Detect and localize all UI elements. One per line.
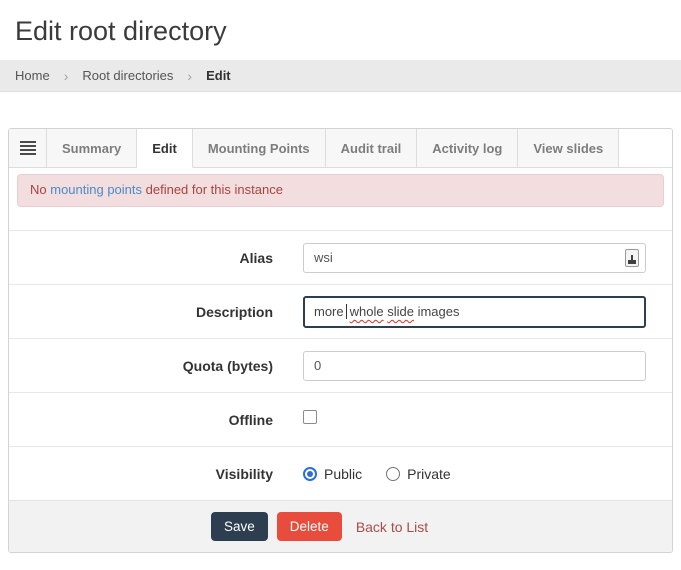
description-row: Description more whole slide images — [9, 284, 672, 338]
description-word: more — [314, 304, 344, 319]
back-to-list-link[interactable]: Back to List — [356, 519, 428, 535]
breadcrumb: Home › Root directories › Edit — [0, 60, 681, 92]
quota-label: Quota (bytes) — [9, 358, 303, 374]
alias-input[interactable] — [303, 243, 646, 273]
tab-bar: Summary Edit Mounting Points Audit trail… — [9, 129, 672, 168]
text-cursor — [346, 304, 347, 319]
public-radio-label[interactable]: Public — [324, 466, 362, 482]
tab-audit-trail[interactable]: Audit trail — [326, 129, 418, 168]
description-word: images — [414, 304, 460, 319]
alert-text-suffix: defined for this instance — [142, 182, 283, 197]
tab-menu-button[interactable] — [9, 129, 47, 168]
breadcrumb-separator-icon: › — [187, 68, 192, 84]
description-input[interactable]: more whole slide images — [303, 296, 646, 328]
tab-edit[interactable]: Edit — [137, 129, 193, 168]
no-mounting-points-alert: No mounting points defined for this inst… — [17, 174, 664, 207]
description-word-misspelled: slide — [387, 304, 414, 319]
hamburger-menu-icon — [20, 141, 36, 155]
autofill-glyph-icon — [628, 255, 636, 264]
description-label: Description — [9, 304, 303, 320]
quota-row: Quota (bytes) — [9, 338, 672, 392]
tab-summary[interactable]: Summary — [47, 129, 137, 168]
quota-input[interactable] — [303, 351, 646, 381]
page-title: Edit root directory — [0, 0, 681, 60]
delete-button[interactable]: Delete — [277, 512, 342, 541]
form-footer: Save Delete Back to List — [9, 500, 672, 552]
alias-row: Alias — [9, 230, 672, 284]
save-button[interactable]: Save — [211, 512, 268, 541]
alert-text-prefix: No — [30, 182, 50, 197]
breadcrumb-home[interactable]: Home — [15, 68, 50, 83]
tab-activity-log[interactable]: Activity log — [417, 129, 518, 168]
description-word-misspelled: whole — [350, 304, 384, 319]
tab-bar-filler — [619, 129, 672, 168]
mounting-points-link[interactable]: mounting points — [50, 182, 142, 197]
offline-checkbox[interactable] — [303, 410, 317, 424]
alias-label: Alias — [9, 250, 303, 266]
offline-label: Offline — [9, 412, 303, 428]
autofill-icon[interactable] — [625, 249, 639, 267]
tab-mounting-points[interactable]: Mounting Points — [193, 129, 326, 168]
root-directory-form: Alias Description more whole slide images… — [9, 230, 672, 500]
visibility-row: Visibility Public Private — [9, 446, 672, 500]
private-radio[interactable] — [386, 467, 400, 481]
visibility-label: Visibility — [9, 466, 303, 482]
private-radio-label[interactable]: Private — [407, 466, 451, 482]
offline-row: Offline — [9, 392, 672, 446]
breadcrumb-separator-icon: › — [64, 68, 69, 84]
visibility-radio-group: Public Private — [303, 466, 646, 482]
edit-panel: Summary Edit Mounting Points Audit trail… — [8, 128, 673, 553]
tab-view-slides[interactable]: View slides — [518, 129, 619, 168]
public-radio[interactable] — [303, 467, 317, 481]
breadcrumb-root-directories[interactable]: Root directories — [82, 68, 173, 83]
breadcrumb-edit: Edit — [206, 68, 231, 83]
